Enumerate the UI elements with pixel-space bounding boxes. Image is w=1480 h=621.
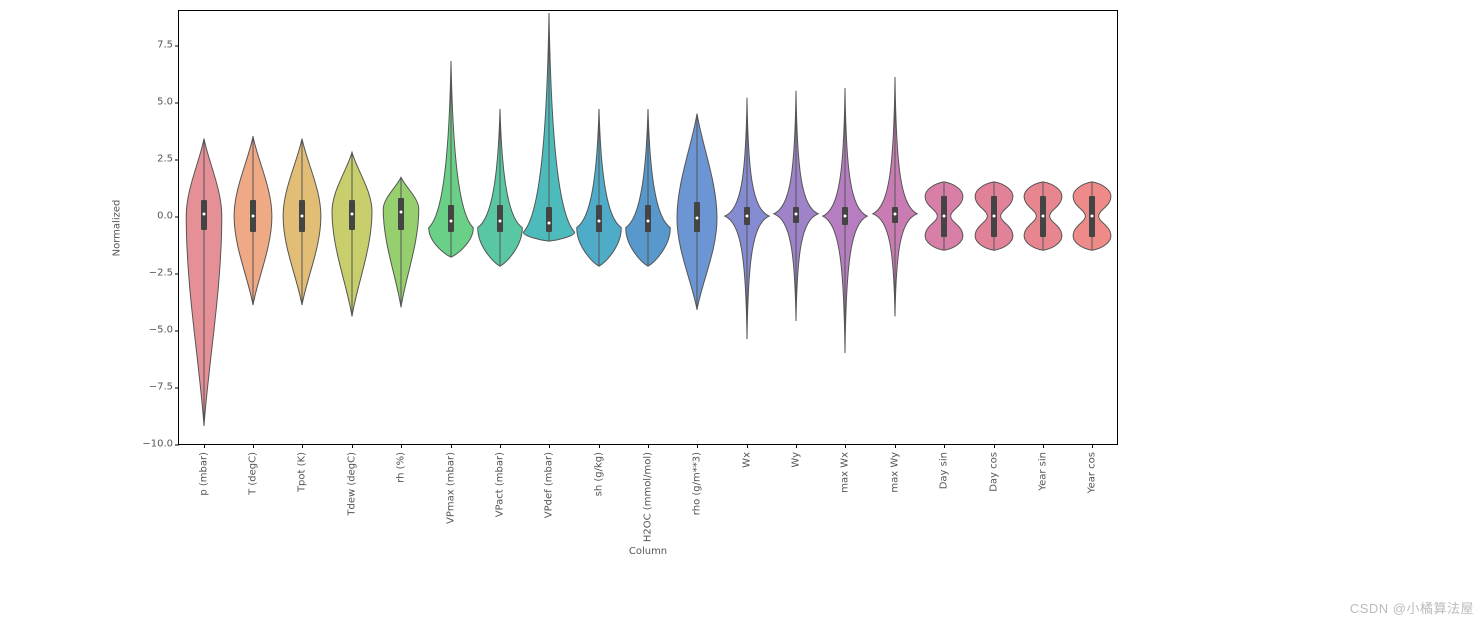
violin [971, 11, 1015, 444]
y-tick-label: 7.5 [139, 40, 173, 51]
x-tick-mark [944, 444, 945, 448]
violin-whisker [401, 177, 402, 307]
violin [823, 11, 867, 444]
x-tick-mark [549, 444, 550, 448]
x-tick-label: rh (%) [396, 452, 407, 483]
violin-median [400, 210, 403, 213]
x-tick-label: p (mbar) [198, 452, 209, 496]
violin-box [546, 207, 552, 232]
violin-whisker [894, 77, 895, 316]
x-tick-label: Tpot (K) [297, 452, 308, 492]
violin-median [350, 212, 353, 215]
x-axis-label: Column [629, 546, 667, 557]
violin-median [449, 219, 452, 222]
violin [675, 11, 719, 444]
y-axis-label: Normalized [112, 199, 123, 256]
x-tick-label: VPmax (mbar) [445, 452, 456, 524]
x-tick-mark [599, 444, 600, 448]
x-tick-mark [500, 444, 501, 448]
y-tick-label: 0.0 [139, 211, 173, 222]
violin [231, 11, 275, 444]
violin [922, 11, 966, 444]
y-tick-label: 5.0 [139, 97, 173, 108]
violin-median [498, 219, 501, 222]
x-tick-label: VPact (mbar) [494, 452, 505, 517]
violin-median [252, 215, 255, 218]
violin [379, 11, 423, 444]
x-tick-label: Day sin [939, 452, 950, 489]
violin-median [548, 221, 551, 224]
y-tick-label: −10.0 [139, 439, 173, 450]
violin-whisker [796, 91, 797, 321]
violin-median [992, 215, 995, 218]
violin-whisker [351, 152, 352, 316]
x-tick-mark [352, 444, 353, 448]
violin [280, 11, 324, 444]
violin [330, 11, 374, 444]
violin [873, 11, 917, 444]
violin [626, 11, 670, 444]
violin-whisker [203, 139, 204, 426]
violin [725, 11, 769, 444]
violin [478, 11, 522, 444]
x-tick-label: Tdew (degC) [346, 452, 357, 516]
x-tick-label: rho (g/m**3) [692, 452, 703, 515]
violin-whisker [647, 109, 648, 266]
y-tick-label: 2.5 [139, 154, 173, 165]
x-tick-mark [895, 444, 896, 448]
x-tick-mark [1092, 444, 1093, 448]
x-tick-label: Wx [741, 452, 752, 468]
x-tick-mark [401, 444, 402, 448]
y-tick-label: −7.5 [139, 382, 173, 393]
violin-median [745, 215, 748, 218]
x-tick-label: H2OC (mmol/mol) [643, 452, 654, 542]
violin-median [646, 219, 649, 222]
chart-plot-area: Normalized −10.0−7.5−5.0−2.50.02.55.07.5… [178, 10, 1118, 445]
y-tick-label: −2.5 [139, 268, 173, 279]
x-tick-label: Year sin [1037, 452, 1048, 491]
violin-median [1041, 215, 1044, 218]
y-tick-label: −5.0 [139, 325, 173, 336]
x-tick-mark [451, 444, 452, 448]
violin [576, 11, 620, 444]
violin-whisker [499, 109, 500, 266]
x-tick-label: Year cos [1087, 452, 1098, 493]
watermark-text: CSDN @小橘算法屋 [1350, 598, 1474, 617]
violin-median [301, 215, 304, 218]
violin [527, 11, 571, 444]
x-tick-mark [796, 444, 797, 448]
violin-median [893, 212, 896, 215]
x-tick-mark [253, 444, 254, 448]
x-tick-label: max Wx [840, 452, 851, 493]
x-tick-label: sh (g/kg) [593, 452, 604, 496]
violin [428, 11, 472, 444]
violin-median [943, 215, 946, 218]
violin-box [398, 198, 404, 230]
x-tick-mark [697, 444, 698, 448]
x-tick-mark [994, 444, 995, 448]
x-tick-label: T (degC) [248, 452, 259, 495]
x-tick-mark [204, 444, 205, 448]
violin [181, 11, 225, 444]
x-tick-mark [302, 444, 303, 448]
violin-median [795, 212, 798, 215]
violin-median [1091, 215, 1094, 218]
x-tick-mark [747, 444, 748, 448]
x-tick-label: Day cos [988, 452, 999, 492]
x-tick-label: max Wy [889, 452, 900, 493]
x-tick-mark [845, 444, 846, 448]
violin [1070, 11, 1114, 444]
violin-median [844, 215, 847, 218]
x-tick-mark [1043, 444, 1044, 448]
violin [1021, 11, 1065, 444]
violin-median [696, 217, 699, 220]
x-tick-label: VPdef (mbar) [544, 452, 555, 518]
x-tick-label: Wy [791, 452, 802, 468]
violin-whisker [598, 109, 599, 266]
violin-median [597, 219, 600, 222]
x-tick-mark [648, 444, 649, 448]
violin-median [202, 212, 205, 215]
violin [774, 11, 818, 444]
